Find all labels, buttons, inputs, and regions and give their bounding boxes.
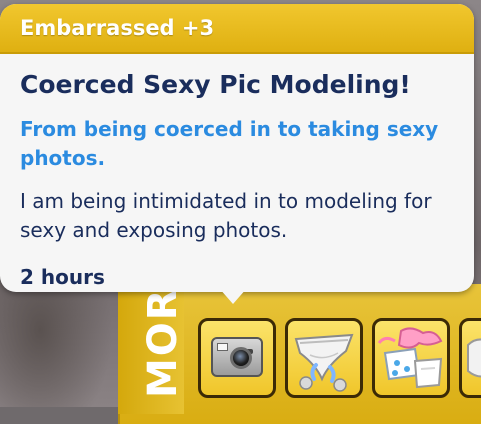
tooltip-pointer [219, 288, 247, 304]
emotion-label: Embarrassed +3 [20, 16, 215, 40]
clothing-pile-icon [377, 327, 443, 389]
moodlet-underwear[interactable] [285, 318, 363, 398]
moodlet-camera[interactable] [198, 318, 276, 398]
moodlet-partial[interactable] [459, 318, 481, 398]
tooltip-header: Embarrassed +3 [0, 4, 474, 54]
underwear-icon [294, 333, 354, 392]
moodlet-tooltip: Embarrassed +3 Coerced Sexy Pic Modeling… [0, 4, 474, 292]
moodlet-description: I am being intimidated in to modeling fo… [20, 189, 432, 242]
moodlet-duration: 2 hours [20, 265, 105, 289]
moodlet-reason: From being coerced in to taking sexy pho… [20, 117, 439, 170]
moodlet-clothing-pile[interactable] [372, 318, 450, 398]
moodlet-title: Coerced Sexy Pic Modeling! [20, 70, 411, 99]
partial-moodlet-icon [467, 338, 481, 378]
tooltip-body: Coerced Sexy Pic Modeling! From being co… [0, 54, 474, 289]
camera-icon [211, 337, 263, 377]
